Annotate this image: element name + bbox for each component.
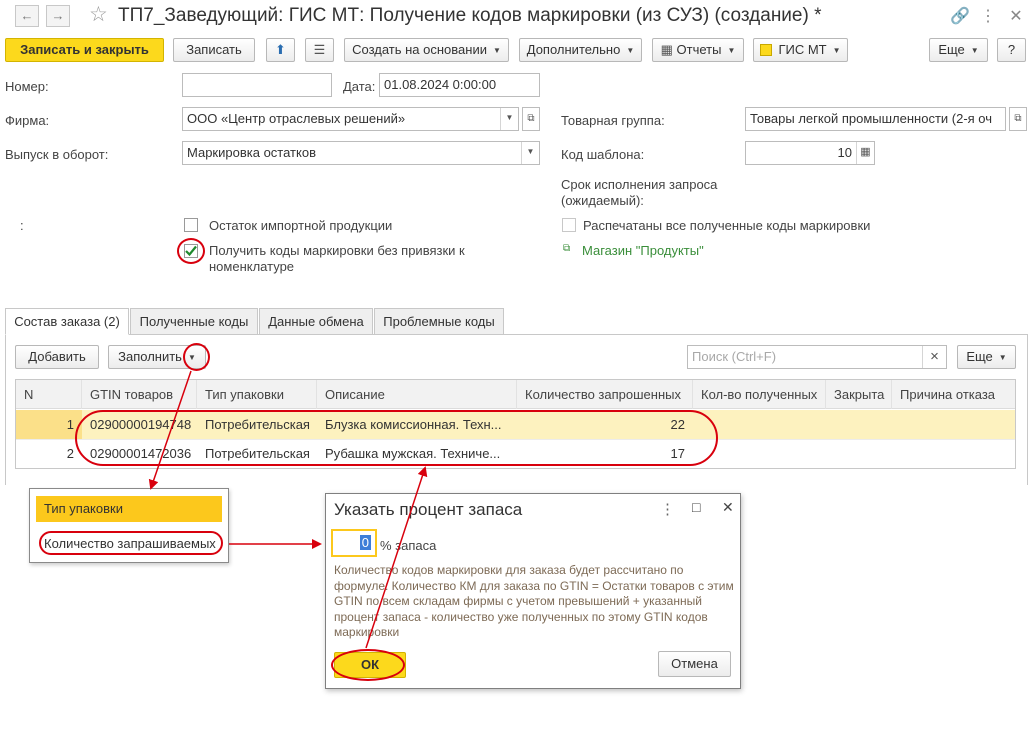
arrow-fill-to-menu <box>148 370 192 490</box>
arrow-ok-to-rows <box>365 466 428 649</box>
annotation-arrows <box>148 370 428 649</box>
